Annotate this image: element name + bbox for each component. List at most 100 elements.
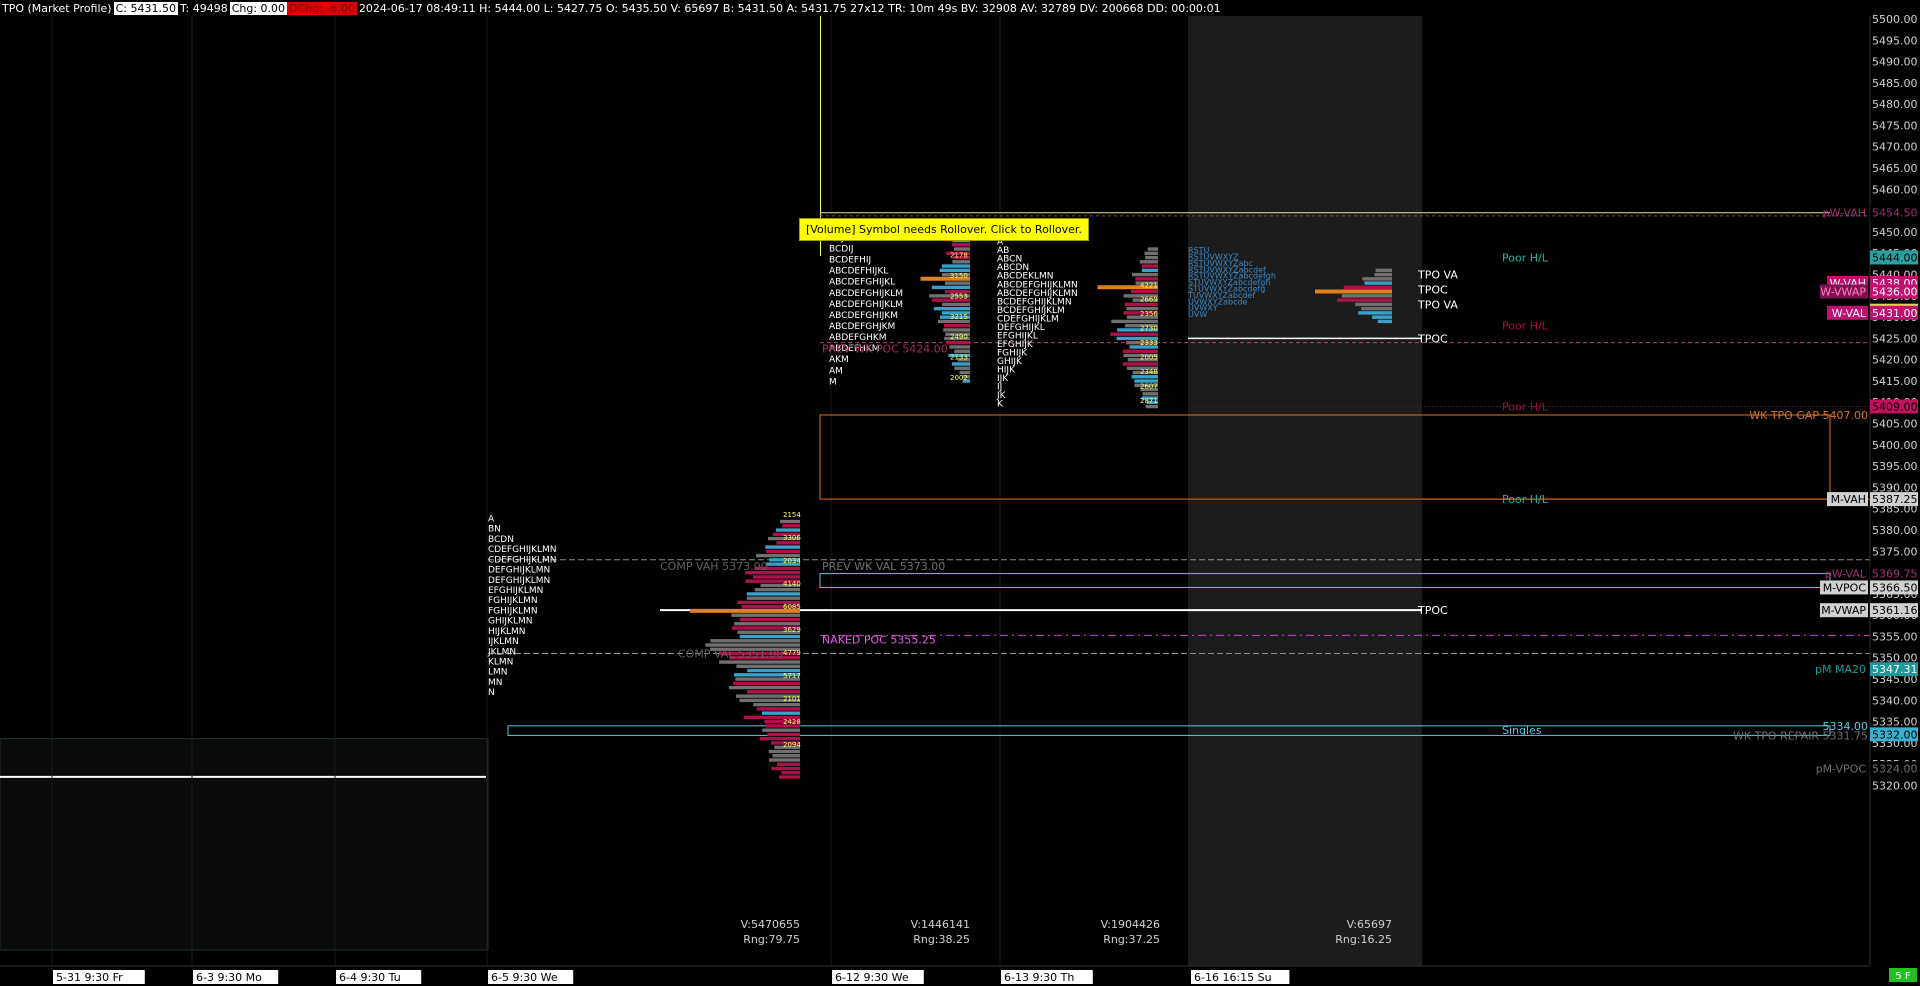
- prev-wk-val-label: PREV WK VAL 5373.00: [822, 560, 945, 573]
- time-label: 6-5 9:30 We: [491, 971, 558, 984]
- close-price: C: 5431.50: [113, 1, 178, 15]
- volume-bar: [1375, 268, 1392, 273]
- time-axis: [0, 966, 1870, 986]
- tpo-row: A: [488, 514, 495, 524]
- volume-bar: [1361, 306, 1392, 311]
- volume-bar: [943, 328, 970, 332]
- volume-value: 4221: [1140, 281, 1158, 289]
- volume-value: 4140: [783, 580, 801, 588]
- time-label: 6-4 9:30 Tu: [339, 971, 401, 984]
- volume-bar: [944, 281, 970, 285]
- profile-volume-stat: V:1904426: [1101, 918, 1160, 931]
- volume-bar: [775, 528, 800, 532]
- time-label: 6-13 9:30 Th: [1004, 971, 1074, 984]
- volume-bar: [728, 685, 800, 690]
- status-bar: TPO (Market Profile) C: 5431.50 T: 49498…: [0, 0, 1920, 16]
- volume-bar: [1130, 289, 1158, 294]
- volume-value: 2356: [1140, 310, 1158, 318]
- volume-bar: [778, 775, 800, 779]
- tpo-row: CDEFGHIJKLMN: [488, 545, 557, 555]
- tpo-row: UVW: [1188, 310, 1207, 319]
- tpo-row: DEFGHIJKLMN: [488, 566, 550, 576]
- volume-bar: [731, 613, 800, 617]
- volume-bar: [762, 728, 800, 732]
- volume-bar: [1110, 332, 1158, 336]
- volume-value: 2428: [783, 718, 801, 726]
- price-badge-value: 5431.00: [1872, 307, 1918, 320]
- comp-vah-label: COMP VAH 5373.00: [660, 560, 768, 573]
- volume-bar: [756, 707, 800, 711]
- price-badge-value: 5332.00: [1872, 728, 1918, 741]
- time-label: 5-31 9:30 Fr: [56, 971, 123, 984]
- tpo-row: ABCDEFGHIJKL: [829, 278, 895, 288]
- price-tick: 5355.00: [1872, 630, 1918, 643]
- poor-hl-label-4: Poor H/L: [1502, 493, 1549, 506]
- volume-bar: [759, 737, 800, 741]
- volume-bar: [1144, 251, 1158, 255]
- volume-value: 2101: [783, 695, 801, 703]
- volume-bar: [1374, 272, 1392, 277]
- volume-bar: [719, 660, 800, 664]
- volume-bar: [752, 575, 800, 579]
- price-tick: 5380.00: [1872, 524, 1918, 537]
- prev-wk-poc-label: PREV WK POC 5424.00: [822, 343, 948, 356]
- volume-value: 2348: [1140, 368, 1158, 376]
- vpoc-bar: [1315, 289, 1392, 294]
- price-tick: 5320.00: [1872, 779, 1918, 792]
- volume-bar: [710, 639, 800, 643]
- volume-bar: [734, 622, 800, 626]
- price-tick: 5415.00: [1872, 375, 1918, 388]
- volume-value: 2133: [950, 354, 968, 362]
- volume-bar: [739, 634, 800, 639]
- tpo-row: IJKLMN: [488, 637, 519, 647]
- volume-value: 2178: [950, 251, 968, 259]
- volume-bar: [931, 285, 970, 290]
- price-badge-label: W-VAL: [1832, 307, 1867, 320]
- price-tick: 5485.00: [1872, 77, 1918, 90]
- tpo-row: LMN: [488, 668, 508, 678]
- tpoc-label-mid: TPOC: [1417, 332, 1448, 345]
- tpo-row: BN: [488, 525, 501, 535]
- tpo-row: KLMN: [488, 658, 513, 668]
- volume-bar: [780, 519, 800, 524]
- tpo-row: AKM: [829, 355, 849, 365]
- tpo-row: ABCDEFGHIJKLM: [829, 289, 903, 299]
- volume-value: 2333: [1140, 339, 1158, 347]
- timeframe-label[interactable]: 5 F: [1895, 971, 1911, 982]
- tpo-va-label-lower: TPO VA: [1417, 298, 1458, 311]
- volume-bar: [951, 362, 970, 366]
- volume-value: 2154: [783, 511, 801, 519]
- price-badge-value: 5387.25: [1872, 493, 1918, 506]
- price-tick: 5375.00: [1872, 545, 1918, 558]
- volume-bar: [1111, 319, 1158, 324]
- volume-value: 2730: [1140, 325, 1158, 333]
- profile-volume-stat: V:5470655: [741, 918, 800, 931]
- tpo-va-label-upper: TPO VA: [1417, 268, 1458, 281]
- tpoc-label-upper: TPOC: [1417, 283, 1448, 296]
- price-tick: 5340.00: [1872, 694, 1918, 707]
- volume-value: 2490: [950, 333, 968, 341]
- volume-bar: [772, 754, 800, 758]
- volume-bar: [949, 345, 970, 349]
- volume-bar: [952, 260, 970, 264]
- tpo-row: MN: [488, 678, 503, 688]
- volume-bar: [1355, 302, 1392, 307]
- volume-value: 2871: [1140, 397, 1158, 405]
- volume-bar: [736, 664, 800, 669]
- volume-value: 2553: [950, 292, 968, 300]
- rollover-notice[interactable]: [Volume] Symbol needs Rollover. Click to…: [799, 218, 1089, 241]
- tpo-row: DEFGHIJKLMN: [488, 576, 550, 586]
- price-tick: 5465.00: [1872, 162, 1918, 175]
- price-tick: 5480.00: [1872, 98, 1918, 111]
- price-tick: 5400.00: [1872, 439, 1918, 452]
- market-profile-chart[interactable]: ABNBCDNCDEFGHIJKLMNCDEFGHIJKLMNDEFGHIJKL…: [0, 0, 1920, 986]
- tpo-row: ABCDEFHIJKL: [829, 267, 888, 277]
- bar-info: 2024-06-17 08:49:11 H: 5444.00 L: 5427.7…: [358, 1, 1221, 15]
- volume-bar: [954, 247, 970, 251]
- price-badge-value: 5347.31: [1872, 663, 1918, 676]
- volume-value: 3306: [783, 534, 801, 542]
- volume-bar: [933, 306, 970, 311]
- naked-poc-label: NAKED POC 5355.25: [822, 633, 936, 646]
- volume-bar: [1343, 285, 1392, 290]
- volume-bar: [781, 771, 800, 775]
